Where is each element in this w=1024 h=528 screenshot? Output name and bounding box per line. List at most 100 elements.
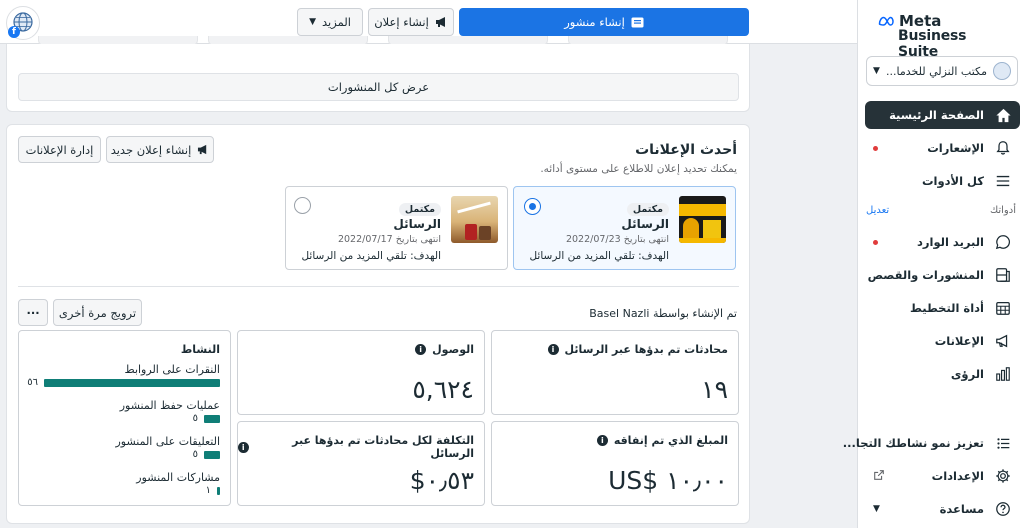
account-switcher[interactable]: مكتب النزلي للخدما... ▼ xyxy=(866,56,1018,86)
facebook-icon: f xyxy=(8,26,20,38)
account-name: مكتب النزلي للخدما... xyxy=(886,64,987,78)
sidebar-item-label: الإعدادات xyxy=(931,469,984,483)
sidebar-item-posts[interactable]: المنشورات والقصص xyxy=(865,261,1020,289)
activity-bar xyxy=(204,415,220,423)
sidebar-item-list[interactable]: تعزيز نمو نشاطك التجا... xyxy=(843,429,1020,457)
activity-value: ٥ xyxy=(192,413,198,424)
megaphone-icon xyxy=(994,332,1012,350)
ad-status-badge: مكتمل xyxy=(626,203,669,216)
activity-panel: النشاط النقرات على الروابط ٥٦ عمليات حفظ ا… xyxy=(18,330,231,506)
more-label: المزيد xyxy=(322,15,351,29)
create-ad-button[interactable]: إنشاء إعلان xyxy=(368,8,454,36)
posts-icon xyxy=(994,266,1012,284)
tools-edit-link[interactable]: تعديل xyxy=(866,205,889,216)
activity-label: التعليقات على المنشور xyxy=(115,435,220,448)
top-bar: إنشاء منشور إنشاء إعلان المزيد ▼ xyxy=(0,0,857,46)
metric-value: $٠٫٥٣ xyxy=(409,466,474,495)
meta-business-suite-logo: Meta Business Suite xyxy=(878,12,1006,60)
info-icon[interactable]: i xyxy=(238,441,249,453)
posts-card: عرض كل المنشورات xyxy=(6,44,750,112)
sidebar-item-help[interactable]: مساعدة ▼ xyxy=(865,495,1020,523)
metric-cost-per-conversation: التكلفة لكل محادثات تم بدؤها عبر الرسائل… xyxy=(237,421,485,506)
metric-label: المبلغ الذي تم إنفاقه xyxy=(613,434,728,447)
boost-again-label: ترويج مرة أخرى xyxy=(58,305,137,320)
ad-end-date: انتهى بتاريخ 2022/07/23 xyxy=(565,234,669,245)
external-link-icon xyxy=(873,469,885,484)
info-icon[interactable]: i xyxy=(415,344,427,355)
ad-card-2[interactable]: مكتمل الرسائل انتهى بتاريخ 2022/07/17 ال… xyxy=(285,186,508,270)
caret-down-icon: ▼ xyxy=(873,504,880,514)
calendar-icon xyxy=(994,299,1012,317)
chat-icon xyxy=(994,233,1012,251)
bell-icon xyxy=(994,139,1012,157)
activity-value: ١ xyxy=(205,485,211,496)
sidebar-item-home[interactable]: الصفحة الرئيسية xyxy=(865,101,1020,129)
meta-logo-icon xyxy=(878,16,894,26)
insights-icon xyxy=(994,365,1012,383)
ad-select-radio[interactable] xyxy=(294,197,311,214)
sidebar-item-label: الإشعارات xyxy=(927,141,984,155)
sidebar-item-insights[interactable]: الرؤى xyxy=(865,360,1020,388)
activity-bar xyxy=(217,487,220,495)
view-all-posts-button[interactable]: عرض كل المنشورات xyxy=(18,73,739,101)
metric-value: US$ ١٠٫٠٠ xyxy=(608,466,728,495)
sidebar-item-label: الصفحة الرئيسية xyxy=(889,108,984,122)
more-dots-icon: ··· xyxy=(26,305,40,320)
create-post-button[interactable]: إنشاء منشور xyxy=(459,8,749,36)
sidebar-item-gear[interactable]: الإعدادات xyxy=(865,462,1020,490)
ad-goal: الهدف: تلقي المزيد من الرسائل xyxy=(529,250,669,262)
info-icon[interactable]: i xyxy=(596,435,608,446)
tools-heading: أدواتك xyxy=(989,205,1016,216)
metric-amount-spent: المبلغ الذي تم إنفاقه i US$ ١٠٫٠٠ xyxy=(491,421,739,506)
ad-card-1[interactable]: مكتمل الرسائل انتهى بتاريخ 2022/07/23 ال… xyxy=(513,186,736,270)
activity-label: مشاركات المنشور xyxy=(136,471,220,484)
create-ad-label: إنشاء إعلان xyxy=(374,15,429,29)
metric-reach: الوصول i ٥,٦٢٤ xyxy=(237,330,485,415)
sidebar-item-chat[interactable]: البريد الوارد xyxy=(865,228,1020,256)
list-icon xyxy=(994,434,1012,452)
activity-bar xyxy=(44,379,220,387)
caret-down-icon: ▼ xyxy=(309,17,316,27)
activity-value: ٥٦ xyxy=(27,377,38,388)
gear-icon xyxy=(994,467,1012,485)
sidebar-item-label: أداة التخطيط xyxy=(909,301,984,315)
menu-icon xyxy=(994,172,1012,190)
recent-ads-subtitle: يمكنك تحديد إعلان للاطلاع على مستوى أدائ… xyxy=(540,163,737,175)
activity-bar xyxy=(204,451,220,459)
ad-name: الرسائل xyxy=(393,217,441,231)
activity-label: عمليات حفظ المنشور xyxy=(119,399,220,412)
caret-down-icon: ▼ xyxy=(873,66,880,76)
activity-value: ٥ xyxy=(192,449,198,460)
page-avatar[interactable]: f xyxy=(6,6,40,40)
metric-value: ١٩ xyxy=(701,375,728,404)
sidebar: Meta Business Suite مكتب النزلي للخدما..… xyxy=(843,0,1024,528)
megaphone-icon xyxy=(198,144,207,155)
more-options-button[interactable]: ··· xyxy=(18,299,48,326)
new-ad-label: إنشاء إعلان جديد xyxy=(110,142,192,157)
boost-again-button[interactable]: ترويج مرة أخرى xyxy=(53,299,142,326)
recent-ads-title: أحدث الإعلانات xyxy=(635,142,737,158)
sidebar-item-label: كل الأدوات xyxy=(921,174,984,188)
sidebar-item-label: البريد الوارد xyxy=(916,235,984,249)
new-ad-button[interactable]: إنشاء إعلان جديد xyxy=(106,136,214,163)
more-dropdown[interactable]: المزيد ▼ xyxy=(297,8,363,36)
ad-status-badge: مكتمل xyxy=(398,203,441,216)
tools-header: أدواتك تعديل xyxy=(866,205,1016,216)
activity-label: النقرات على الروابط xyxy=(124,363,221,376)
sidebar-item-label: المنشورات والقصص xyxy=(867,268,984,282)
metric-value: ٥,٦٢٤ xyxy=(412,375,474,404)
ad-name: الرسائل xyxy=(621,217,669,231)
ad-select-radio[interactable] xyxy=(524,198,541,215)
manage-ads-button[interactable]: إدارة الإعلانات xyxy=(18,136,101,163)
recent-ads-card: أحدث الإعلانات يمكنك تحديد إعلان للاطلاع… xyxy=(6,124,750,524)
metric-label: محادثات تم بدؤها عبر الرسائل xyxy=(564,343,728,356)
sidebar-item-menu[interactable]: كل الأدوات xyxy=(865,167,1020,195)
sidebar-item-calendar[interactable]: أداة التخطيط xyxy=(865,294,1020,322)
sidebar-item-bell[interactable]: الإشعارات xyxy=(865,134,1020,162)
info-icon[interactable]: i xyxy=(547,344,559,355)
sidebar-item-label: تعزيز نمو نشاطك التجا... xyxy=(842,436,984,450)
post-icon xyxy=(631,17,644,27)
sidebar-item-megaphone[interactable]: الإعلانات xyxy=(865,327,1020,355)
ad-goal: الهدف: تلقي المزيد من الرسائل xyxy=(301,250,441,262)
ad-thumbnail xyxy=(679,196,726,243)
